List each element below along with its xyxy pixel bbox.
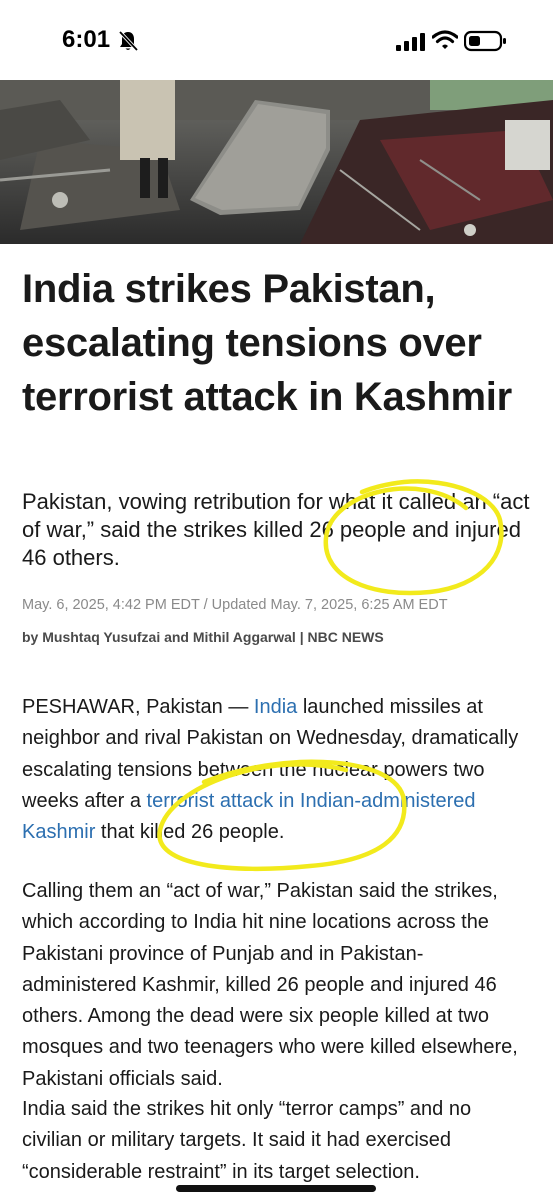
bell-slash-icon bbox=[118, 30, 138, 52]
article-screen: 6:01 India strikes Pakistan, escalating … bbox=[0, 0, 553, 1200]
article-headline: India strikes Pakistan, escalating tensi… bbox=[22, 267, 512, 419]
article-paragraph-2: Calling them an “act of war,” Pakistan s… bbox=[22, 880, 518, 1090]
status-bar: 6:01 bbox=[0, 0, 553, 80]
battery-icon bbox=[464, 30, 506, 52]
paragraph-1-lead: PESHAWAR, Pakistan — bbox=[22, 696, 254, 718]
article-byline: by Mushtaq Yusufzai and Mithil Aggarwal … bbox=[22, 629, 384, 645]
article-paragraph-1: PESHAWAR, Pakistan — India launched miss… bbox=[22, 692, 534, 848]
wifi-icon bbox=[432, 30, 458, 49]
paragraph-1-tail: that killed 26 people. bbox=[95, 821, 285, 844]
hero-photo bbox=[0, 80, 553, 244]
article-dateline: May. 6, 2025, 4:42 PM EDT / Updated May.… bbox=[22, 597, 448, 613]
cellular-signal-icon bbox=[396, 33, 425, 51]
home-indicator[interactable] bbox=[176, 1185, 376, 1192]
article-dek: Pakistan, vowing retribution for what it… bbox=[22, 489, 530, 570]
india-link[interactable]: India bbox=[254, 696, 297, 718]
article-paragraph-3: India said the strikes hit only “terror … bbox=[22, 1098, 472, 1183]
status-time: 6:01 bbox=[62, 26, 111, 53]
